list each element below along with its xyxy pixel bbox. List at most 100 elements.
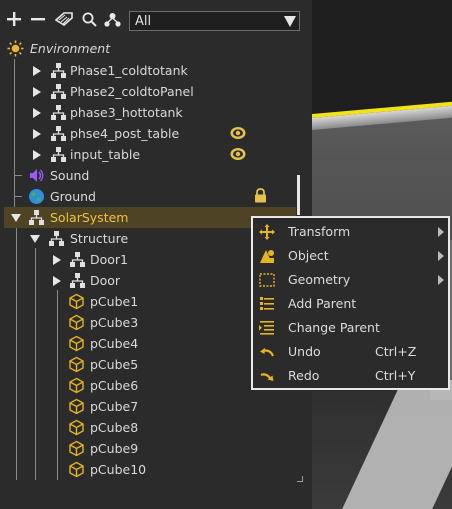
menu-item-undo[interactable]: Undo Ctrl+Z [253,340,448,364]
submenu-arrow-icon [438,251,444,261]
change-parent-icon [259,321,274,335]
tree-item-phase2[interactable]: Phase2_coldtoPanel [0,81,300,102]
group-node-icon [70,252,85,267]
eye-icon[interactable] [230,126,246,140]
tree-item-label: pCube7 [90,399,139,414]
move-arrows-icon [259,224,275,240]
menu-item-change-parent[interactable]: Change Parent [253,316,448,340]
tree-item-label: Sound [50,168,90,183]
tree-item-phase1[interactable]: Phase1_coldtotank [0,60,300,81]
tag-icon[interactable] [55,10,73,28]
tree-item-cube[interactable]: pCube8 [0,417,300,438]
tree-item-phase3[interactable]: phase3_hottotank [0,102,300,123]
tree-item-label: Door1 [90,252,129,267]
tree-item-ground[interactable]: Ground [0,186,300,207]
menu-item-object[interactable]: Object [253,244,448,268]
lock-icon[interactable] [254,188,267,203]
speaker-icon [30,169,44,182]
outliner-toolbar: All [0,0,312,38]
group-node-icon [51,126,66,141]
tree-item-cube[interactable]: pCube9 [0,438,300,459]
menu-item-label: Change Parent [288,320,380,335]
expand-arrow-icon[interactable] [33,86,41,97]
shortcut-label: Ctrl+Y [375,368,416,383]
filter-dropdown[interactable]: All [129,11,300,31]
resize-grip-icon[interactable] [297,476,303,482]
plus-icon[interactable] [5,10,23,28]
tree-item-label: Environment [30,41,111,56]
cube-icon [69,440,84,457]
group-node-icon [51,147,66,162]
menu-item-transform[interactable]: Transform [253,220,448,244]
group-node-icon [70,273,85,288]
tree-item-sound[interactable]: Sound [0,165,300,186]
group-node-icon [51,63,66,78]
search-icon[interactable] [80,10,98,28]
collapse-arrow-icon[interactable] [11,213,21,222]
tree-item-label: Structure [70,231,129,246]
submenu-arrow-icon [438,227,444,237]
group-node-icon [51,105,66,120]
menu-item-geometry[interactable]: Geometry [253,268,448,292]
undo-icon [260,348,275,357]
cube-icon [69,461,84,478]
tree-item-label: input_table [70,147,141,162]
menu-item-redo[interactable]: Redo Ctrl+Y [253,364,448,388]
menu-item-label: Object [288,248,329,263]
expand-arrow-icon[interactable] [33,128,41,139]
sun-icon [7,40,24,57]
expand-arrow-icon[interactable] [53,275,61,286]
menu-item-label: Redo [288,368,320,383]
cube-icon [69,293,84,310]
expand-arrow-icon[interactable] [33,107,41,118]
tree-item-environment[interactable]: Environment [0,38,300,59]
hierarchy-icon[interactable] [103,10,121,28]
add-parent-icon [260,297,274,310]
tree-item-input-table[interactable]: input_table [0,144,300,165]
menu-item-label: Undo [288,344,321,359]
menu-item-label: Add Parent [288,296,357,311]
cube-icon [69,398,84,415]
tree-item-cube[interactable]: pCube10 [0,459,300,480]
menu-item-label: Transform [288,224,351,239]
submenu-arrow-icon [438,275,444,285]
tree-item-label: pCube4 [90,336,139,351]
cube-icon [69,314,84,331]
globe-icon [29,189,44,204]
collapse-arrow-icon[interactable] [30,234,40,243]
minus-icon[interactable] [29,10,47,28]
menu-item-add-parent[interactable]: Add Parent [253,292,448,316]
object-shapes-icon [260,250,274,263]
eye-icon[interactable] [230,147,246,161]
expand-arrow-icon[interactable] [53,254,61,265]
context-menu: Transform Object Geometry Add Parent Cha… [251,216,450,390]
tree-item-label: pCube8 [90,420,139,435]
expand-arrow-icon[interactable] [33,65,41,76]
tree-item-label: pCube6 [90,378,139,393]
tree-item-label: pCube1 [90,294,139,309]
tree-item-label: phse4_post_table [70,126,180,141]
expand-arrow-icon[interactable] [33,149,41,160]
tree-item-label: Door [90,273,121,288]
tree-item-label: Phase2_coldtoPanel [70,84,194,99]
chevron-down-icon [284,15,296,27]
menu-item-label: Geometry [288,272,351,287]
tree-item-label: pCube5 [90,357,139,372]
cube-icon [69,419,84,436]
shortcut-label: Ctrl+Z [375,344,417,359]
cube-icon [69,335,84,352]
tree-item-phase4[interactable]: phse4_post_table [0,123,300,144]
cube-icon [69,356,84,373]
filter-dropdown-value: All [135,13,152,29]
scrollbar-thumb[interactable] [297,175,300,215]
group-node-icon [49,231,64,246]
tree-item-label: pCube9 [90,441,139,456]
tree-item-label: phase3_hottotank [70,105,183,120]
geometry-icon [259,273,275,287]
redo-icon [260,373,274,381]
cube-icon [69,377,84,394]
tree-item-label: Ground [50,189,96,204]
tree-item-label: SolarSystem [50,210,129,225]
tree-item-cube[interactable]: pCube7 [0,396,300,417]
group-node-icon [51,84,66,99]
